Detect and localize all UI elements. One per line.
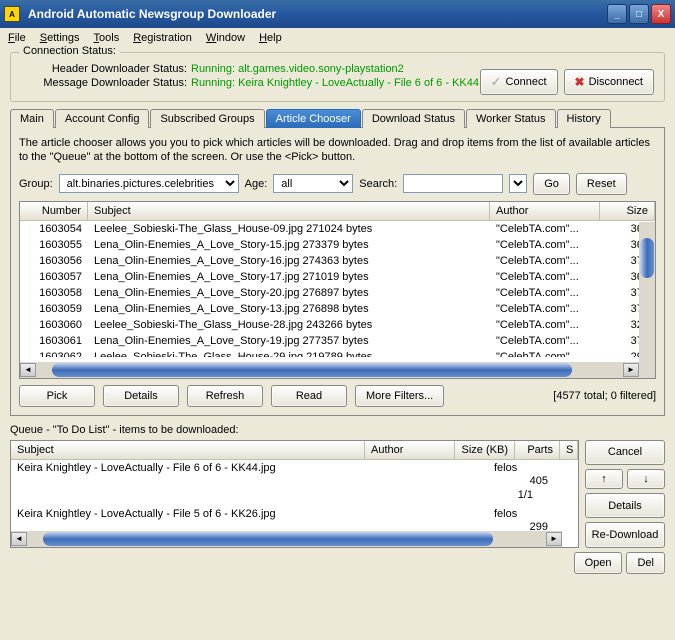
queue-row[interactable]: Keira Knightley - LoveActually - File 5 … <box>11 506 578 530</box>
group-select[interactable]: alt.binaries.pictures.celebrities <box>59 174 239 193</box>
cancel-button[interactable]: Cancel <box>585 440 665 465</box>
table-row[interactable]: 1603061Lena_Olin-Enemies_A_Love_Story-19… <box>20 333 655 349</box>
table-row[interactable]: 1603059Lena_Olin-Enemies_A_Love_Story-13… <box>20 301 655 317</box>
summary-text: [4577 total; 0 filtered] <box>553 390 656 402</box>
queue-hscrollbar[interactable]: ◄ ► <box>11 531 562 547</box>
scroll-right-icon[interactable]: ► <box>623 363 639 377</box>
scroll-left-icon[interactable]: ◄ <box>11 532 27 546</box>
titlebar: A Android Automatic Newsgroup Downloader… <box>0 0 675 28</box>
age-select[interactable]: all <box>273 174 353 193</box>
menu-file[interactable]: File <box>8 32 26 44</box>
tab-history[interactable]: History <box>557 109 611 128</box>
table-row[interactable]: 1603056Lena_Olin-Enemies_A_Love_Story-16… <box>20 253 655 269</box>
open-button[interactable]: Open <box>574 552 623 574</box>
minimize-button[interactable]: _ <box>607 4 627 24</box>
tab-main[interactable]: Main <box>10 109 54 128</box>
close-button[interactable]: X <box>651 4 671 24</box>
menu-help[interactable]: Help <box>259 32 282 44</box>
connection-status-group: Connection Status: Header Downloader Sta… <box>10 52 665 102</box>
vscrollbar[interactable] <box>639 222 655 378</box>
details-button[interactable]: Details <box>103 385 179 407</box>
pick-button[interactable]: Pick <box>19 385 95 407</box>
search-label: Search: <box>359 178 397 190</box>
x-icon: ✖ <box>575 75 585 89</box>
refresh-button[interactable]: Refresh <box>187 385 263 407</box>
app-icon: A <box>4 6 20 22</box>
connection-legend: Connection Status: <box>19 45 120 57</box>
age-label: Age: <box>245 178 268 190</box>
qcol-subject[interactable]: Subject <box>11 441 365 459</box>
qcol-size[interactable]: Size (KB) <box>455 441 515 459</box>
search-input[interactable] <box>403 174 503 193</box>
queue-label: Queue - "To Do List" - items to be downl… <box>10 424 665 436</box>
read-button[interactable]: Read <box>271 385 347 407</box>
article-table: Number Subject Author Size 1603054Leelee… <box>19 201 656 379</box>
table-row[interactable]: 1603055Lena_Olin-Enemies_A_Love_Story-15… <box>20 237 655 253</box>
header-status-label: Header Downloader Status: <box>21 63 191 75</box>
table-row[interactable]: 1603054Leelee_Sobieski-The_Glass_House-0… <box>20 221 655 237</box>
message-status-label: Message Downloader Status: <box>21 77 191 89</box>
check-icon: ✓ <box>491 74 502 90</box>
move-up-button[interactable]: ↑ <box>585 469 623 489</box>
scroll-right-icon[interactable]: ► <box>546 532 562 546</box>
group-label: Group: <box>19 178 53 190</box>
col-size[interactable]: Size <box>600 202 655 220</box>
menu-window[interactable]: Window <box>206 32 245 44</box>
menu-settings[interactable]: Settings <box>40 32 80 44</box>
table-row[interactable]: 1603062Leelee_Sobieski-The_Glass_House-2… <box>20 349 655 357</box>
window-title: Android Automatic Newsgroup Downloader <box>26 7 607 21</box>
menu-tools[interactable]: Tools <box>94 32 120 44</box>
filter-row: Group: alt.binaries.pictures.celebrities… <box>19 173 656 195</box>
tab-worker-status[interactable]: Worker Status <box>466 109 556 128</box>
col-subject[interactable]: Subject <box>88 202 490 220</box>
more-filters-button[interactable]: More Filters... <box>355 385 444 407</box>
tabs: MainAccount ConfigSubscribed GroupsArtic… <box>10 108 665 128</box>
redownload-button[interactable]: Re-Download <box>585 522 665 547</box>
qcol-parts[interactable]: Parts <box>515 441 560 459</box>
hscrollbar[interactable]: ◄ ► <box>20 362 639 378</box>
queue-details-button[interactable]: Details <box>585 493 665 518</box>
article-chooser-panel: The article chooser allows you you to pi… <box>10 128 665 416</box>
helptext: The article chooser allows you you to pi… <box>19 136 656 165</box>
col-number[interactable]: Number <box>20 202 88 220</box>
queue-hscroll-thumb[interactable] <box>43 532 493 546</box>
scroll-left-icon[interactable]: ◄ <box>20 363 36 377</box>
vscroll-thumb[interactable] <box>640 238 654 278</box>
table-row[interactable]: 1603057Lena_Olin-Enemies_A_Love_Story-17… <box>20 269 655 285</box>
move-down-button[interactable]: ↓ <box>627 469 665 489</box>
tab-download-status[interactable]: Download Status <box>362 109 465 128</box>
menu-registration[interactable]: Registration <box>133 32 192 44</box>
tab-article-chooser[interactable]: Article Chooser <box>266 109 361 128</box>
maximize-button[interactable]: □ <box>629 4 649 24</box>
disconnect-button[interactable]: ✖Disconnect <box>564 69 654 95</box>
header-status-value: Running: alt.games.video.sony-playstatio… <box>191 63 404 75</box>
tab-subscribed-groups[interactable]: Subscribed Groups <box>150 109 264 128</box>
search-history-select[interactable] <box>509 174 527 193</box>
qcol-s[interactable]: S <box>560 441 578 459</box>
queue-row[interactable]: Keira Knightley - LoveActually - File 6 … <box>11 460 578 506</box>
table-row[interactable]: 1603058Lena_Olin-Enemies_A_Love_Story-20… <box>20 285 655 301</box>
tab-account-config[interactable]: Account Config <box>55 109 150 128</box>
col-author[interactable]: Author <box>490 202 600 220</box>
hscroll-thumb[interactable] <box>52 363 572 377</box>
queue-table: Subject Author Size (KB) Parts S Keira K… <box>10 440 579 548</box>
go-button[interactable]: Go <box>533 173 570 195</box>
del-button[interactable]: Del <box>626 552 665 574</box>
connect-button[interactable]: ✓Connect <box>480 69 558 95</box>
qcol-author[interactable]: Author <box>365 441 455 459</box>
message-status-value: Running: Keira Knightley - LoveActually … <box>191 77 497 89</box>
table-row[interactable]: 1603060Leelee_Sobieski-The_Glass_House-2… <box>20 317 655 333</box>
reset-button[interactable]: Reset <box>576 173 627 195</box>
